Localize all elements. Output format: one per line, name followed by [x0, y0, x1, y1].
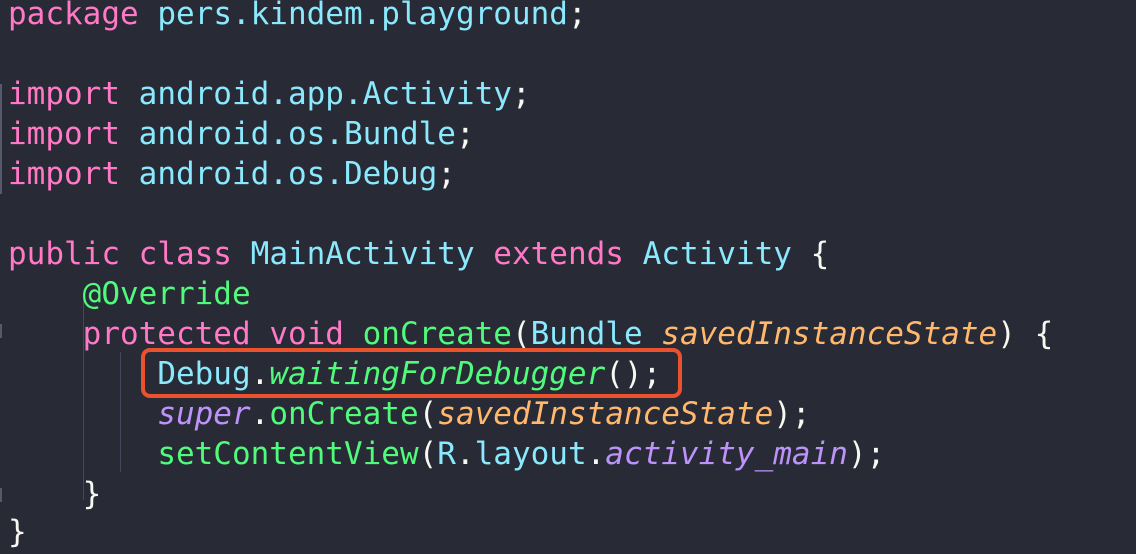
keyword-token: import [8, 116, 120, 152]
identifier-token: R [437, 436, 456, 472]
punctuation-token: ; [511, 76, 531, 112]
brace-token: } [82, 476, 102, 512]
constant-token: activity_main [605, 436, 848, 472]
fold-marker-method[interactable] [0, 324, 2, 338]
keyword-token: import [8, 156, 120, 192]
brace-token: } [8, 514, 27, 550]
fold-marker-method-end[interactable] [0, 488, 2, 502]
punctuation-token: ( [511, 316, 531, 352]
keyword-token: package [8, 0, 139, 32]
punctuation-token: ; [437, 156, 456, 192]
indent-token [8, 316, 83, 352]
punctuation-token: ( [418, 436, 438, 472]
punctuation-token: ; [567, 0, 587, 32]
keyword-token: void [269, 316, 344, 352]
method-name-token: onCreate [269, 396, 419, 432]
indent-token [8, 276, 83, 312]
code-line-11[interactable]: super.onCreate(savedInstanceState); [8, 394, 811, 434]
identifier-token: layout [474, 436, 587, 472]
brace-token: { [810, 236, 830, 272]
code-line-8[interactable]: @Override [8, 274, 251, 314]
punctuation-token: ( [418, 396, 438, 432]
identifier-token: android.os.Debug [138, 156, 438, 192]
indent-token [8, 396, 157, 432]
class-name-token: Bundle [530, 316, 643, 352]
punctuation-token: ); [847, 436, 886, 472]
indent-token [8, 476, 83, 512]
method-name-token: onCreate [362, 316, 512, 352]
brace-token: { [1034, 316, 1054, 352]
code-line-13[interactable]: } [8, 474, 102, 514]
keyword-token: protected [82, 316, 251, 352]
code-line-12[interactable]: setContentView(R.layout.activity_main); [8, 434, 885, 474]
indent-token [8, 356, 157, 392]
punctuation-token: . [586, 436, 606, 472]
parameter-token: savedInstanceState [661, 316, 998, 352]
keyword-token: class [138, 236, 232, 272]
parameter-token: savedInstanceState [437, 396, 774, 432]
class-name-token: Activity [642, 236, 792, 272]
identifier-token: android.os.Bundle [138, 116, 456, 152]
punctuation-token: ); [773, 396, 811, 432]
code-line-5[interactable]: import android.os.Debug; [8, 154, 456, 194]
identifier-token: android.app.Activity [138, 76, 512, 112]
code-line-7[interactable]: public class MainActivity extends Activi… [8, 234, 829, 274]
highlight-box [141, 348, 682, 398]
punctuation-token: . [455, 436, 475, 472]
punctuation-token: . [250, 396, 270, 432]
punctuation-token: ; [455, 116, 475, 152]
keyword-token: extends [493, 236, 624, 272]
code-line-14[interactable]: } [8, 512, 27, 552]
code-line-1[interactable]: package pers.kindem.playground; [8, 0, 587, 34]
punctuation-token: ) [997, 316, 1016, 352]
keyword-token: import [8, 76, 120, 112]
indent-token [8, 436, 157, 472]
code-editor[interactable]: package pers.kindem.playground; import a… [0, 0, 1136, 554]
keyword-token: public [8, 236, 120, 272]
class-name-token: MainActivity [250, 236, 475, 272]
code-line-3[interactable]: import android.app.Activity; [8, 74, 531, 114]
method-name-token: setContentView [157, 436, 419, 472]
annotation-token: @Override [82, 276, 251, 312]
fold-marker-imports[interactable] [0, 84, 2, 194]
identifier-token: pers.kindem.playground [157, 0, 568, 32]
super-keyword-token: super [157, 396, 251, 432]
code-line-4[interactable]: import android.os.Bundle; [8, 114, 475, 154]
